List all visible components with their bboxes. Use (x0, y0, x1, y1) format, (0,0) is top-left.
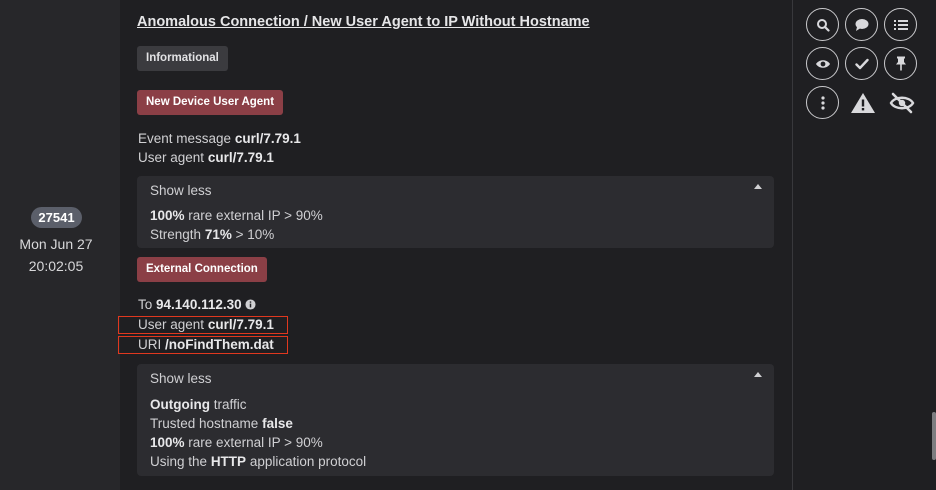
hide-button[interactable] (885, 86, 918, 119)
user-agent-row: User agent curl/7.79.1 (138, 150, 274, 165)
event-message-row: Event message curl/7.79.1 (138, 131, 301, 146)
pin-icon (895, 56, 906, 71)
rare-ip-row: 100% rare external IP > 90% (150, 208, 323, 223)
event-date: Mon Jun 27 (19, 236, 93, 252)
event-id-badge[interactable]: 27541 (31, 207, 82, 228)
external-connection-chip: External Connection (137, 257, 267, 282)
list-button[interactable] (884, 8, 917, 41)
user-agent-highlight-box (118, 316, 288, 334)
rare-ip-percent-2: 100% (150, 435, 185, 450)
more-options-button[interactable] (806, 86, 839, 119)
more-icon (820, 95, 825, 110)
details-panel-1: Show less 100% rare external IP > 90% St… (137, 176, 774, 248)
destination-row: To 94.140.112.30 (138, 297, 256, 312)
rare-ip-row-2: 100% rare external IP > 90% (150, 435, 323, 450)
event-message-label: Event message (138, 131, 232, 146)
to-label: To (138, 297, 153, 312)
caret-up-icon[interactable] (754, 372, 762, 377)
show-less-toggle-2[interactable]: Show less (150, 371, 212, 386)
info-icon[interactable] (245, 299, 256, 310)
protocol-rest: application protocol (249, 454, 367, 469)
event-timestamp-column: 27541 Mon Jun 27 20:02:05 (0, 0, 120, 490)
alert-button[interactable] (846, 86, 879, 119)
warning-icon (850, 92, 875, 113)
action-toolbar (793, 0, 936, 490)
event-message-value: curl/7.79.1 (234, 131, 301, 146)
rare-ip-text: rare external IP > 90% (188, 208, 323, 223)
list-icon (893, 19, 908, 30)
search-icon (816, 18, 830, 32)
trusted-hostname-label: Trusted hostname (150, 416, 259, 431)
trusted-hostname-row: Trusted hostname false (150, 416, 293, 431)
scrollbar-thumb[interactable] (932, 412, 936, 460)
strength-label: Strength (150, 227, 202, 242)
caret-up-icon[interactable] (754, 184, 762, 189)
protocol-row: Using the HTTP application protocol (150, 454, 366, 469)
eye-icon (815, 59, 830, 68)
comment-icon (855, 18, 868, 31)
eye-slash-icon (889, 92, 914, 113)
show-less-toggle[interactable]: Show less (150, 183, 212, 198)
user-agent-label: User agent (138, 150, 205, 165)
protocol-pre: Using the (150, 454, 208, 469)
event-time: 20:02:05 (28, 258, 84, 274)
traffic-direction: Outgoing (150, 397, 210, 412)
rare-ip-text-2: rare external IP > 90% (188, 435, 323, 450)
new-device-user-agent-chip: New Device User Agent (137, 90, 284, 115)
strength-value: 71% (204, 227, 232, 242)
pin-button[interactable] (884, 47, 917, 80)
search-button[interactable] (806, 8, 839, 41)
check-icon (854, 58, 869, 69)
severity-chip: Informational (137, 46, 228, 71)
uri-highlight-box (118, 336, 288, 354)
traffic-label: traffic (213, 397, 247, 412)
comment-button[interactable] (845, 8, 878, 41)
destination-ip[interactable]: 94.140.112.30 (156, 297, 242, 312)
strength-row: Strength 71% > 10% (150, 227, 274, 242)
rare-ip-percent: 100% (150, 208, 185, 223)
user-agent-value: curl/7.79.1 (207, 150, 274, 165)
view-button[interactable] (806, 47, 839, 80)
strength-threshold: > 10% (235, 227, 275, 242)
trusted-hostname-value: false (262, 416, 293, 431)
model-title-link[interactable]: Anomalous Connection / New User Agent to… (137, 14, 590, 30)
acknowledge-button[interactable] (845, 47, 878, 80)
event-details: Anomalous Connection / New User Agent to… (120, 0, 792, 490)
protocol-value: HTTP (210, 454, 247, 469)
traffic-direction-row: Outgoing traffic (150, 397, 247, 412)
details-panel-2: Show less Outgoing traffic Trusted hostn… (137, 364, 774, 476)
